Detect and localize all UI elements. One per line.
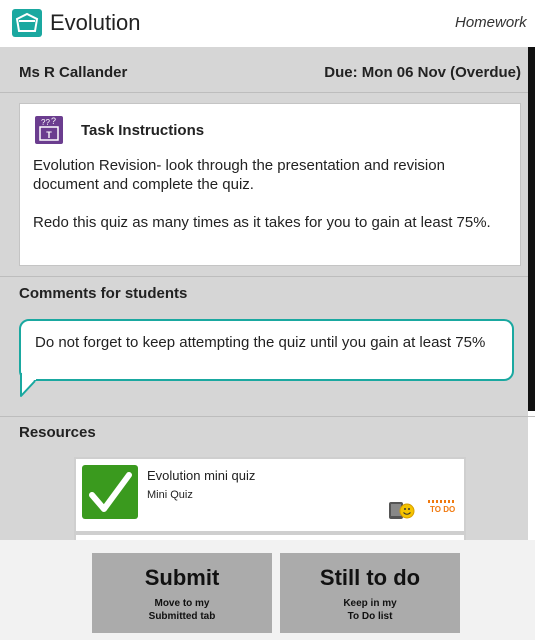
comment-text: Do not forget to keep attempting the qui…: [35, 334, 486, 351]
resource-type: Mini Quiz: [147, 489, 193, 501]
checkmark-icon: [82, 465, 138, 519]
due-date: Due: Mon 06 Nov (Overdue): [324, 64, 521, 81]
task-instructions-card: T ?? ? Task Instructions Evolution Revis…: [19, 103, 521, 266]
breadcrumb-homework[interactable]: Homework: [455, 14, 527, 31]
submit-label: Submit: [144, 565, 220, 590]
todo-badge: TO DO: [428, 499, 456, 519]
task-paragraph: Evolution Revision- look through the pre…: [33, 157, 445, 193]
folder-book-icon: [12, 9, 42, 37]
comment-bubble: Do not forget to keep attempting the qui…: [19, 319, 514, 381]
resource-title: Evolution mini quiz: [147, 468, 256, 483]
task-instructions-text: Evolution Revision- look through the pre…: [33, 156, 508, 251]
svg-text:?: ?: [51, 116, 56, 126]
page-title: Evolution: [50, 10, 141, 35]
still-to-do-sublabel-line2: To Do list: [347, 611, 393, 622]
submit-sublabel-line1: Move to my: [154, 598, 210, 609]
task-paragraph: Redo this quiz as many times as it takes…: [33, 214, 491, 231]
comments-heading: Comments for students: [19, 285, 188, 302]
question-board-icon: T ?? ?: [35, 116, 63, 144]
divider: [0, 92, 528, 93]
svg-text:??: ??: [41, 118, 50, 127]
still-to-do-sublabel: Keep in my To Do list: [280, 597, 460, 623]
todo-badge-stripe: [428, 500, 456, 503]
tablet-smiley-icon: [389, 502, 415, 519]
submit-sublabel: Move to my Submitted tab: [92, 597, 272, 623]
svg-text:T: T: [46, 130, 52, 140]
task-instructions-heading: Task Instructions: [81, 122, 205, 139]
scrollbar[interactable]: [528, 47, 535, 411]
submit-button[interactable]: Submit Move to my Submitted tab: [92, 553, 272, 633]
divider: [0, 416, 535, 417]
divider: [0, 276, 528, 277]
still-to-do-button[interactable]: Still to do Keep in my To Do list: [280, 553, 460, 633]
teacher-name: Ms R Callander: [19, 64, 128, 81]
still-to-do-sublabel-line1: Keep in my: [343, 598, 397, 609]
speech-bubble-tail: [20, 372, 36, 397]
resources-heading: Resources: [19, 424, 96, 441]
resource-item-mini-quiz[interactable]: Evolution mini quiz Mini Quiz TO DO: [74, 457, 466, 533]
still-to-do-label: Still to do: [319, 565, 421, 590]
todo-label: TO DO: [430, 505, 456, 514]
app-header: Evolution Homework: [0, 0, 535, 46]
submit-sublabel-line2: Submitted tab: [148, 611, 216, 622]
